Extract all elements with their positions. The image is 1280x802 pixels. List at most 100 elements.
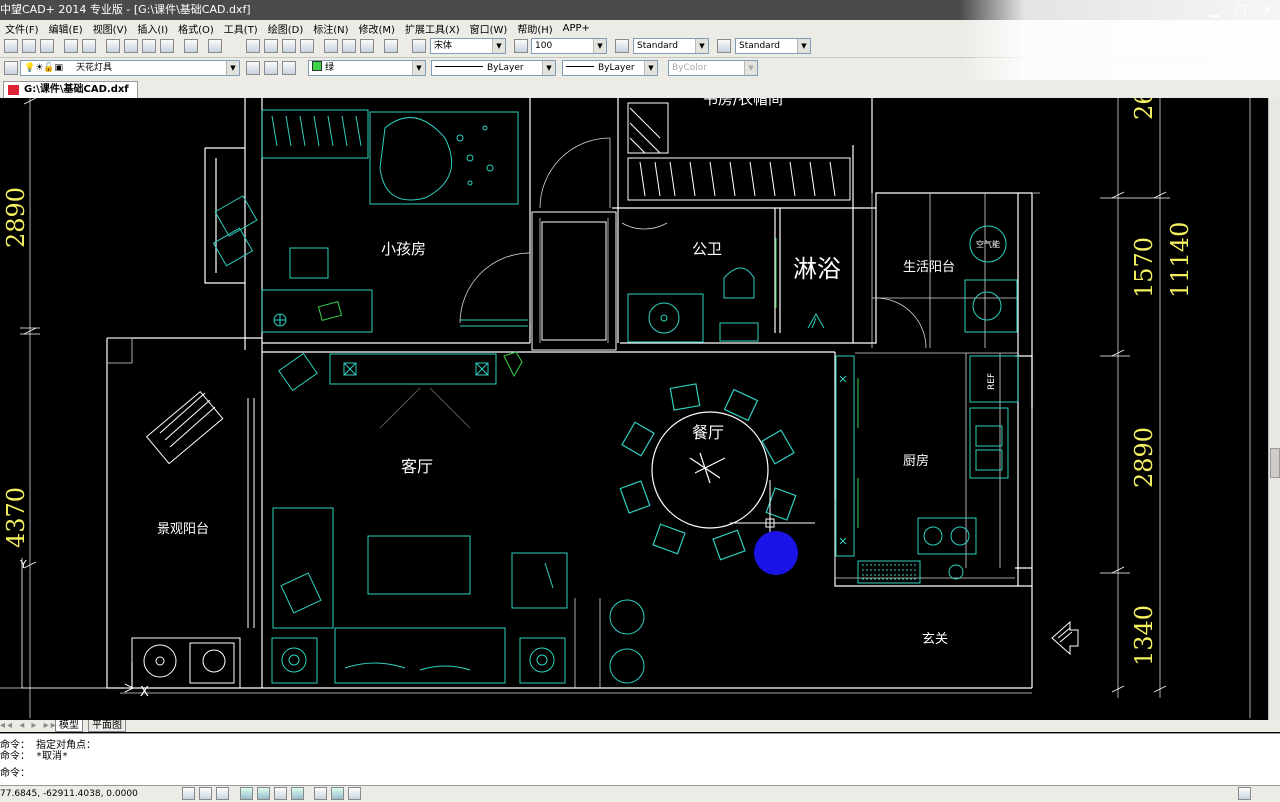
ortho-toggle-icon[interactable] xyxy=(216,787,229,800)
text-style-combo[interactable]: Standard ▼ xyxy=(633,38,709,54)
dyn-toggle-icon[interactable] xyxy=(291,787,304,800)
quick-properties-icon[interactable] xyxy=(348,787,361,800)
copy-icon[interactable] xyxy=(124,39,138,53)
menu-tools[interactable]: 工具(T) xyxy=(219,21,263,36)
undo-icon[interactable] xyxy=(184,39,198,53)
dim-right-bath: 1570 xyxy=(1130,237,1158,298)
tool-palette-icon[interactable] xyxy=(360,39,374,53)
layer-combo[interactable]: 💡☀🔓▣ 天花灯具 ▼ xyxy=(20,60,240,76)
status-bar: 77.6845, -62911.4038, 0.0000 xyxy=(0,785,1280,802)
menu-file[interactable]: 文件(F) xyxy=(0,21,44,36)
save-icon[interactable] xyxy=(40,39,54,53)
room-label-kids: 小孩房 xyxy=(381,240,426,258)
lineweight-preview xyxy=(566,66,594,67)
room-label-bathroom: 公卫 xyxy=(692,240,722,258)
menu-insert[interactable]: 插入(I) xyxy=(132,21,173,36)
grid-toggle-icon[interactable] xyxy=(199,787,212,800)
lineweight-toggle-icon[interactable] xyxy=(314,787,327,800)
dim-total: 11140 xyxy=(1166,222,1194,298)
properties-icon[interactable] xyxy=(324,39,338,53)
print-preview-icon[interactable] xyxy=(82,39,96,53)
layer-previous-icon[interactable] xyxy=(264,61,278,75)
window-title: 中望CAD+ 2014 专业版 - [G:\课件\基础CAD.dxf] xyxy=(0,3,251,16)
dim-style-value: Standard xyxy=(739,41,780,51)
font-combo[interactable]: 宋体 ▼ xyxy=(430,38,506,54)
lineweight-combo[interactable]: ByLayer ▼ xyxy=(562,60,658,76)
color-swatch xyxy=(312,61,322,71)
polar-toggle-icon[interactable] xyxy=(240,787,253,800)
design-center-icon[interactable] xyxy=(342,39,356,53)
room-label-landscape-balcony: 景观阳台 xyxy=(157,522,209,537)
menu-edit[interactable]: 编辑(E) xyxy=(44,21,88,36)
canvas-background xyxy=(0,98,1268,720)
scale-combo[interactable]: 100 ▼ xyxy=(531,38,607,54)
layout-tab-bar: ◂◂ ◂ ▸ ▸▸ 模型 平面图 xyxy=(0,720,1280,732)
command-line-panel: 命令： 指定对角点： 命令： *取消* 命令： xyxy=(0,733,1280,786)
text-style-manager-icon[interactable] xyxy=(615,39,629,53)
vertical-scrollbar[interactable] xyxy=(1268,98,1280,720)
print-icon[interactable] xyxy=(64,39,78,53)
menu-window[interactable]: 窗口(W) xyxy=(465,21,513,36)
menu-draw[interactable]: 绘图(D) xyxy=(263,21,309,36)
menu-format[interactable]: 格式(O) xyxy=(173,21,219,36)
menu-view[interactable]: 视图(V) xyxy=(88,21,133,36)
drawing-canvas[interactable]: Y X 小孩房 公卫 淋浴 生活阳台 客厅 餐厅 厨房 景观阳台 玄关 书房/衣… xyxy=(0,98,1268,720)
cut-icon[interactable] xyxy=(106,39,120,53)
chevron-down-icon: ▼ xyxy=(492,39,505,53)
chevron-down-icon: ▼ xyxy=(412,61,425,75)
color-combo[interactable]: 绿 ▼ xyxy=(308,60,426,76)
text-height-icon[interactable] xyxy=(514,39,528,53)
command-history-line: 命令： *取消* xyxy=(0,751,69,762)
otrack-toggle-icon[interactable] xyxy=(274,787,287,800)
linetype-preview xyxy=(435,66,483,67)
new-file-icon[interactable] xyxy=(4,39,18,53)
dim-right-foyer: 1340 xyxy=(1130,605,1158,666)
plotstyle-combo: ByColor ▼ xyxy=(668,60,758,76)
redo-icon[interactable] xyxy=(208,39,222,53)
make-current-layer-icon[interactable] xyxy=(246,61,260,75)
tab-layout[interactable]: 平面图 xyxy=(88,720,126,732)
linetype-value: ByLayer xyxy=(487,63,524,73)
tab-nav-arrows[interactable]: ◂◂ ◂ ▸ ▸▸ xyxy=(0,720,58,732)
command-input[interactable]: 命令： xyxy=(0,768,30,779)
menu-modify[interactable]: 修改(M) xyxy=(354,21,400,36)
dxf-file-icon xyxy=(8,85,19,95)
toolbar-glare xyxy=(960,0,1280,80)
model-space-icon[interactable] xyxy=(331,787,344,800)
dim-style-combo[interactable]: Standard ▼ xyxy=(735,38,811,54)
menu-extend-tools[interactable]: 扩展工具(X) xyxy=(400,21,465,36)
dim-top-right: 260 xyxy=(1130,98,1158,120)
layer-states-icon[interactable] xyxy=(282,61,296,75)
layer-manager-icon[interactable] xyxy=(4,61,18,75)
fixture-label-fridge: REF xyxy=(987,373,997,390)
snap-toggle-icon[interactable] xyxy=(182,787,195,800)
open-file-icon[interactable] xyxy=(22,39,36,53)
paste-icon[interactable] xyxy=(142,39,156,53)
chevron-down-icon: ▼ xyxy=(226,61,239,75)
zoom-realtime-icon[interactable] xyxy=(264,39,278,53)
pan-icon[interactable] xyxy=(246,39,260,53)
vertical-scrollbar-thumb[interactable] xyxy=(1270,448,1280,478)
zoom-previous-icon[interactable] xyxy=(300,39,314,53)
menu-dimension[interactable]: 标注(N) xyxy=(308,21,353,36)
help-icon[interactable] xyxy=(384,39,398,53)
chevron-down-icon: ▼ xyxy=(744,61,757,75)
match-properties-icon[interactable] xyxy=(160,39,174,53)
settings-gear-icon[interactable] xyxy=(1238,787,1251,800)
chevron-down-icon: ▼ xyxy=(695,39,708,53)
text-style-icon[interactable] xyxy=(412,39,426,53)
menu-help[interactable]: 帮助(H) xyxy=(512,21,557,36)
zoom-window-icon[interactable] xyxy=(282,39,296,53)
dim-style-icon[interactable] xyxy=(717,39,731,53)
chevron-down-icon: ▼ xyxy=(644,61,657,75)
dim-left-upper: 2890 xyxy=(2,187,30,248)
text-style-value: Standard xyxy=(637,41,678,51)
tab-model[interactable]: 模型 xyxy=(55,720,83,732)
chevron-down-icon: ▼ xyxy=(542,61,555,75)
linetype-combo[interactable]: ByLayer ▼ xyxy=(431,60,556,76)
room-label-foyer: 玄关 xyxy=(922,632,948,647)
cursor-highlight xyxy=(754,531,798,575)
osnap-toggle-icon[interactable] xyxy=(257,787,270,800)
menu-app-plus[interactable]: APP+ xyxy=(558,23,595,34)
document-tab[interactable]: G:\课件\基础CAD.dxf xyxy=(3,81,138,98)
